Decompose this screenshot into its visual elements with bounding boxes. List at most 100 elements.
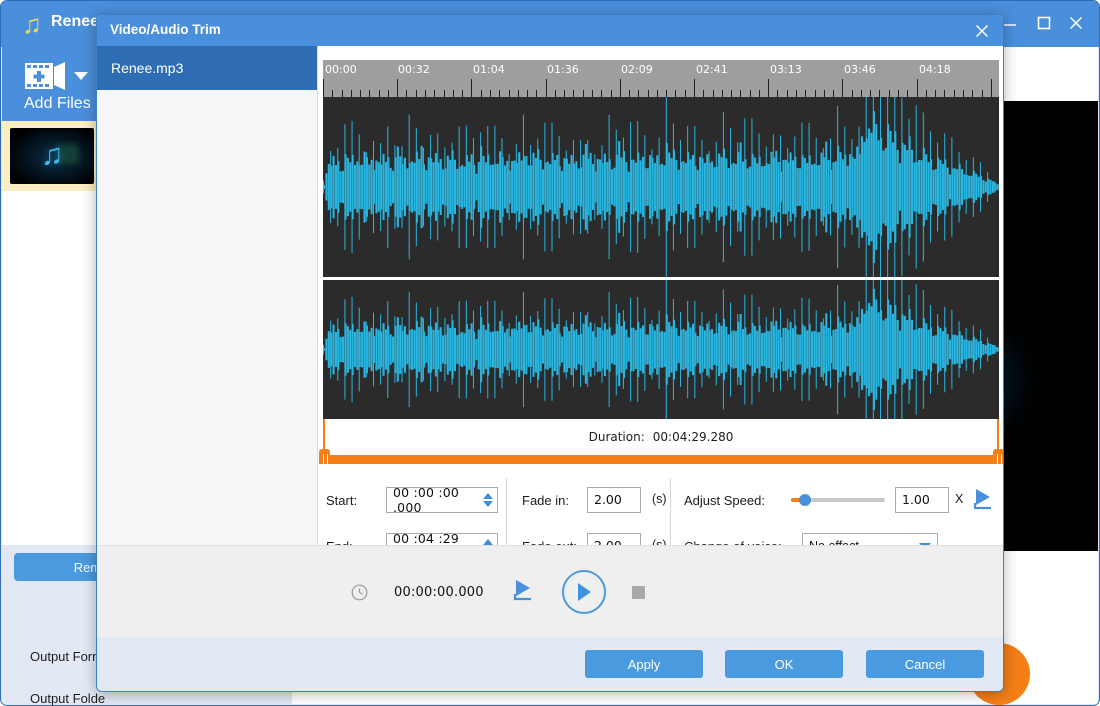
ruler-tick [666,90,667,97]
ruler-tick [824,90,825,97]
waveform-channel-1[interactable] [323,97,999,277]
ruler-tick [536,90,537,97]
ruler-tick [750,90,751,97]
ruler-tick [490,90,491,97]
ruler-tick [870,90,871,97]
controls-area: Start: 00 :00 :00 .000 End: 00 :04 :29 .… [318,464,1003,545]
ruler-tick [397,79,398,97]
ruler-tick [453,90,454,97]
ruler-tick [332,90,333,97]
ruler-tick [620,79,621,97]
ruler-tick [342,90,343,97]
output-format-label: Output Form [30,649,103,664]
ruler-tick [527,90,528,97]
ok-button[interactable]: OK [725,650,843,678]
video-audio-trim-dialog: Video/Audio Trim Renee.mp3 00:0000:3201:… [96,14,1004,692]
output-folder-label: Output Folde [30,691,105,706]
ruler-tick [768,79,769,97]
ruler-tick [815,90,816,97]
ruler-tick [425,90,426,97]
ruler-tick [648,90,649,97]
ruler-tick [852,90,853,97]
ruler-tick [944,90,945,97]
ruler-tick [546,79,547,97]
ruler-tick [675,90,676,97]
preview-play-icon[interactable] [510,578,536,607]
speed-value-input[interactable]: 1.00 [895,487,949,513]
ruler-tick [379,90,380,97]
waveform-channel-2[interactable] [323,280,999,419]
ruler-tick [740,90,741,97]
ruler-tick [926,90,927,97]
ruler-tick [323,79,324,97]
timeline-ruler[interactable]: 00:0000:3201:0401:3602:0902:4103:1303:46… [323,60,999,97]
fade-in-input[interactable]: 2.00 [587,487,641,513]
ruler-tick [991,79,992,97]
close-window-button[interactable] [1061,9,1091,37]
ruler-tick [573,90,574,97]
ruler-label: 01:36 [547,63,579,76]
ruler-tick [611,90,612,97]
speed-slider[interactable] [791,491,885,509]
ruler-tick [879,90,880,97]
ruler-tick [434,90,435,97]
play-button[interactable] [562,570,606,614]
duration-bar: Duration: 00:04:29.280 [323,419,999,455]
ruler-tick [963,90,964,97]
adjust-speed-label: Adjust Speed: [684,493,765,508]
ruler-tick [369,90,370,97]
chevron-down-icon[interactable] [74,72,88,80]
ruler-tick [833,90,834,97]
dialog-button-bar: Apply OK Cancel [97,637,1003,691]
current-time: 00:00:00.000 [394,585,484,600]
ruler-tick [796,90,797,97]
preview-play-icon[interactable] [970,487,996,516]
ruler-tick [694,79,695,97]
apply-button[interactable]: Apply [585,650,703,678]
trim-range-bar[interactable] [323,455,999,464]
ruler-tick [805,90,806,97]
start-label: Start: [326,493,357,508]
start-time-value: 00 :00 :00 .000 [387,485,479,515]
ruler-tick [685,90,686,97]
ruler-tick [982,90,983,97]
ruler-label: 02:09 [621,63,653,76]
ruler-tick [917,79,918,97]
close-icon[interactable] [969,18,995,42]
start-time-stepper[interactable] [479,493,497,507]
ruler-tick [759,90,760,97]
ruler-label: 04:18 [919,63,951,76]
fade-in-unit: (s) [652,492,667,506]
ruler-tick [907,90,908,97]
ruler-tick [499,90,500,97]
ruler-tick [703,90,704,97]
ruler-tick [935,90,936,97]
maximize-button[interactable] [1029,9,1059,37]
dialog-title: Video/Audio Trim [110,22,221,37]
ruler-tick [564,90,565,97]
ruler-tick [898,90,899,97]
fade-in-label: Fade in: [522,493,569,508]
waveform-editor: 00:0000:3201:0401:3602:0902:4103:1303:46… [318,46,1003,545]
add-files-label: Add Files [24,95,91,113]
ruler-label: 03:46 [844,63,876,76]
dialog-title-bar: Video/Audio Trim [97,15,1003,46]
ruler-tick [722,90,723,97]
start-time-input[interactable]: 00 :00 :00 .000 [386,487,498,513]
ruler-tick [406,90,407,97]
file-thumbnail: ♫ [10,128,94,184]
duration-label: Duration: [589,430,645,444]
ruler-tick [351,90,352,97]
add-files-button[interactable] [24,59,88,93]
ruler-tick [416,90,417,97]
cancel-button[interactable]: Cancel [866,650,984,678]
sidebar-item-renee-mp3[interactable]: Renee.mp3 [97,46,317,90]
ruler-label: 00:00 [325,63,357,76]
ruler-tick [555,90,556,97]
stop-button[interactable] [632,586,645,599]
add-film-icon [24,59,68,93]
ruler-tick [787,90,788,97]
ruler-label: 02:41 [696,63,728,76]
speed-unit: X [955,492,963,506]
ruler-tick [444,90,445,97]
